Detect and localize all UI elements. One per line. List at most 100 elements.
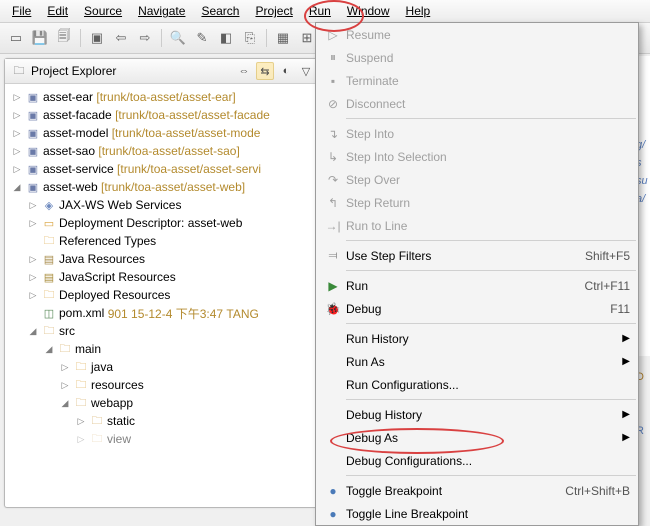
menu-suspend[interactable]: ⏸Suspend xyxy=(316,46,638,69)
menu-run-run[interactable]: ▶RunCtrl+F11 xyxy=(316,274,638,297)
build-icon[interactable]: ▣ xyxy=(87,28,107,48)
tree-item[interactable]: ▷🗀Deployed Resources xyxy=(5,286,320,304)
folder-icon: 🗀 xyxy=(41,323,57,339)
expand-icon[interactable]: ▷ xyxy=(9,146,25,157)
expand-icon[interactable]: ▷ xyxy=(73,434,89,445)
menu-dbgconf[interactable]: Debug Configurations... xyxy=(316,449,638,472)
run-icon: ▶ xyxy=(320,279,346,293)
menu-search[interactable]: Search xyxy=(193,2,247,20)
expand-icon[interactable]: ▷ xyxy=(25,272,41,283)
search-icon[interactable]: 🔍 xyxy=(168,28,188,48)
tree-folder[interactable]: ▷🗀resources xyxy=(5,376,320,394)
menu-dbgas[interactable]: Debug As▶ xyxy=(316,426,638,449)
folder-icon: 🗀 xyxy=(73,395,89,411)
menu-edit[interactable]: Edit xyxy=(39,2,76,20)
filter-icon: ⫤ xyxy=(320,248,346,263)
menu-debug[interactable]: 🐞DebugF11 xyxy=(316,297,638,320)
expand-icon[interactable]: ▷ xyxy=(25,200,41,211)
tree-file[interactable]: ◫pom.xml 901 15-12-4 下午3:47 TANG xyxy=(5,304,320,322)
tree-folder[interactable]: ◢🗀src xyxy=(5,322,320,340)
menu-runconf[interactable]: Run Configurations... xyxy=(316,373,638,396)
expand-icon[interactable]: ▷ xyxy=(57,362,73,373)
menu-separator xyxy=(346,323,636,324)
menu-terminate[interactable]: ▪Terminate xyxy=(316,69,638,92)
tree-project[interactable]: ◢▣asset-web [trunk/toa-asset/asset-web] xyxy=(5,178,320,196)
folder-icon: 🗀 xyxy=(89,431,105,447)
expand-icon[interactable]: ▷ xyxy=(57,380,73,391)
expand-icon[interactable]: ▷ xyxy=(25,254,41,265)
expand-icon[interactable]: ▷ xyxy=(9,164,25,175)
run-menu: ▷Resume ⏸Suspend ▪Terminate ⊘Disconnect … xyxy=(315,22,639,526)
palette-icon[interactable]: ▦ xyxy=(273,28,293,48)
tree-project[interactable]: ▷▣asset-sao [trunk/toa-asset/asset-sao] xyxy=(5,142,320,160)
tree-item[interactable]: ▷▭Deployment Descriptor: asset-web xyxy=(5,214,320,232)
link-editor-icon[interactable]: ⇆ xyxy=(256,62,274,80)
menu-file[interactable]: File xyxy=(4,2,39,20)
saveall-icon[interactable]: 🗐 xyxy=(54,28,74,48)
star-icon[interactable]: ⊞ xyxy=(297,28,317,48)
menu-resume[interactable]: ▷Resume xyxy=(316,23,638,46)
menu-navigate[interactable]: Navigate xyxy=(130,2,193,20)
menu-project[interactable]: Project xyxy=(247,2,300,20)
collapse-icon[interactable]: ⇔ xyxy=(236,63,252,79)
tree-item[interactable]: 🗀Referenced Types xyxy=(5,232,320,250)
link-icon[interactable]: ⎘ xyxy=(240,28,260,48)
collapse-icon[interactable]: ◢ xyxy=(25,326,41,337)
separator xyxy=(161,29,162,47)
menu-togglebp[interactable]: ●Toggle BreakpointCtrl+Shift+B xyxy=(316,479,638,502)
tree-project[interactable]: ▷▣asset-facade [trunk/toa-asset/asset-fa… xyxy=(5,106,320,124)
menu-help[interactable]: Help xyxy=(398,2,439,20)
menu-separator xyxy=(346,270,636,271)
expand-icon[interactable]: ▷ xyxy=(9,128,25,139)
separator xyxy=(80,29,81,47)
collapse-icon[interactable]: ◢ xyxy=(41,344,57,355)
nav-icon[interactable]: ⇦ xyxy=(111,28,131,48)
expand-icon[interactable]: ▷ xyxy=(9,92,25,103)
menu-window[interactable]: Window xyxy=(339,2,398,20)
menu-usefilters[interactable]: ⫤Use Step FiltersShift+F5 xyxy=(316,244,638,267)
project-icon: ▣ xyxy=(25,125,41,141)
tree-folder[interactable]: ◢🗀webapp xyxy=(5,394,320,412)
save-icon[interactable]: 💾 xyxy=(30,28,50,48)
tree-folder[interactable]: ▷🗀view xyxy=(5,430,320,448)
disconnect-icon: ⊘ xyxy=(320,97,346,111)
breakpoint-icon: ● xyxy=(320,507,346,521)
collapse-icon[interactable]: ◢ xyxy=(57,398,73,409)
tree-item[interactable]: ▷▤Java Resources xyxy=(5,250,320,268)
menu-runto[interactable]: →|Run to Line xyxy=(316,214,638,237)
tree-item[interactable]: ▷◈JAX-WS Web Services xyxy=(5,196,320,214)
expand-icon[interactable]: ▷ xyxy=(25,290,41,301)
new-icon[interactable]: ▭ xyxy=(6,28,26,48)
expand-icon[interactable]: ▷ xyxy=(25,218,41,229)
stepover-icon: ↷ xyxy=(320,173,346,187)
view-menu-icon[interactable]: ▽ xyxy=(298,63,314,79)
runto-icon: →| xyxy=(320,219,346,233)
menu-runhist[interactable]: Run History▶ xyxy=(316,327,638,350)
menu-stepover[interactable]: ↷Step Over xyxy=(316,168,638,191)
tree-project[interactable]: ▷▣asset-model [trunk/toa-asset/asset-mod… xyxy=(5,124,320,142)
menu-toggleline[interactable]: ●Toggle Line Breakpoint xyxy=(316,502,638,525)
nav-fwd-icon[interactable]: ⇨ xyxy=(135,28,155,48)
menu-dbghist[interactable]: Debug History▶ xyxy=(316,403,638,426)
tree-project[interactable]: ▷▣asset-ear [trunk/toa-asset/asset-ear] xyxy=(5,88,320,106)
menu-source[interactable]: Source xyxy=(76,2,130,20)
menu-separator xyxy=(346,475,636,476)
tag-icon[interactable]: ◧ xyxy=(216,28,236,48)
menu-run[interactable]: Run xyxy=(301,2,339,20)
menu-runas[interactable]: Run As▶ xyxy=(316,350,638,373)
tree-folder[interactable]: ◢🗀main xyxy=(5,340,320,358)
expand-icon[interactable]: ▷ xyxy=(9,110,25,121)
tree-item[interactable]: ▷▤JavaScript Resources xyxy=(5,268,320,286)
tree-folder[interactable]: ▷🗀static xyxy=(5,412,320,430)
expand-icon[interactable]: ▷ xyxy=(73,416,89,427)
descriptor-icon: ▭ xyxy=(41,215,57,231)
menu-stepsel[interactable]: ↳Step Into Selection xyxy=(316,145,638,168)
menu-stepinto[interactable]: ↴Step Into xyxy=(316,122,638,145)
menu-disconnect[interactable]: ⊘Disconnect xyxy=(316,92,638,115)
collapse-icon[interactable]: ◢ xyxy=(9,182,25,193)
wand-icon[interactable]: ✎ xyxy=(192,28,212,48)
menu-stepret[interactable]: ↰Step Return xyxy=(316,191,638,214)
focus-icon[interactable]: ◐ xyxy=(278,63,294,79)
tree-project[interactable]: ▷▣asset-service [trunk/toa-asset/asset-s… xyxy=(5,160,320,178)
tree-folder[interactable]: ▷🗀java xyxy=(5,358,320,376)
